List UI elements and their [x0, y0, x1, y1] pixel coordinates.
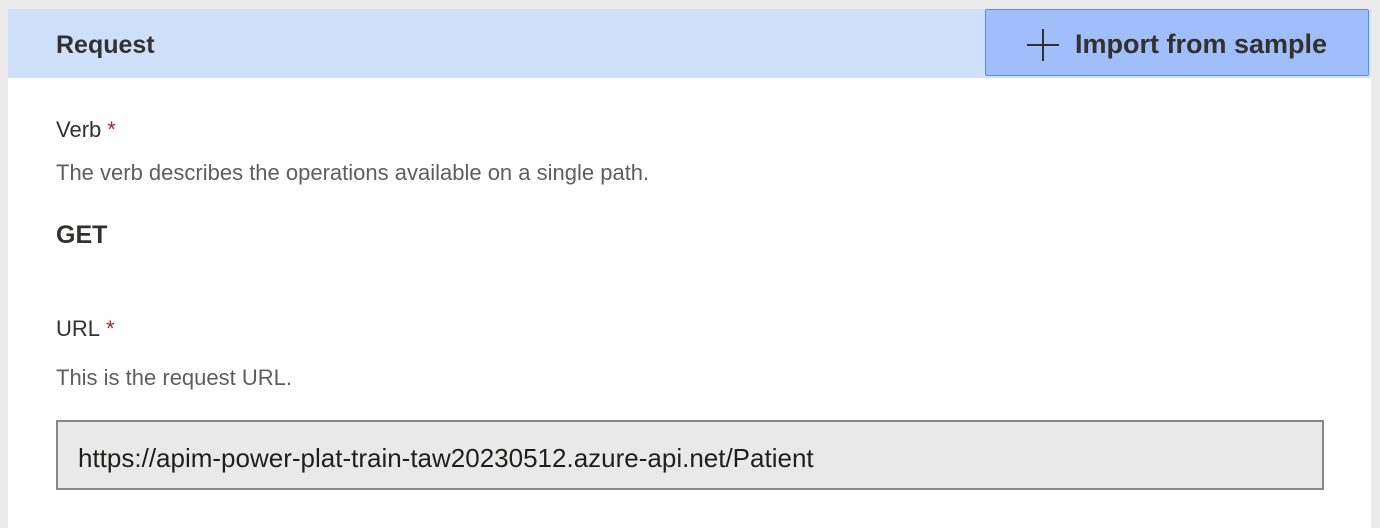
plus-icon	[1027, 29, 1059, 61]
verb-label: Verb *	[56, 117, 116, 142]
verb-required-marker: *	[107, 117, 116, 142]
import-from-sample-button[interactable]: Import from sample	[985, 9, 1369, 76]
url-required-marker: *	[106, 316, 115, 341]
request-panel: Request Import from sample Verb * The ver…	[8, 9, 1371, 528]
url-label: URL *	[56, 316, 115, 341]
url-description: This is the request URL.	[56, 365, 292, 390]
url-field[interactable]: https://apim-power-plat-train-taw2023051…	[56, 420, 1324, 490]
verb-description: The verb describes the operations availa…	[56, 160, 650, 185]
import-from-sample-label: Import from sample	[1075, 29, 1328, 59]
verb-value: GET	[56, 221, 108, 249]
url-value: https://apim-power-plat-train-taw2023051…	[78, 443, 814, 473]
request-header: Request Import from sample	[8, 9, 1371, 78]
request-title: Request	[56, 31, 155, 59]
